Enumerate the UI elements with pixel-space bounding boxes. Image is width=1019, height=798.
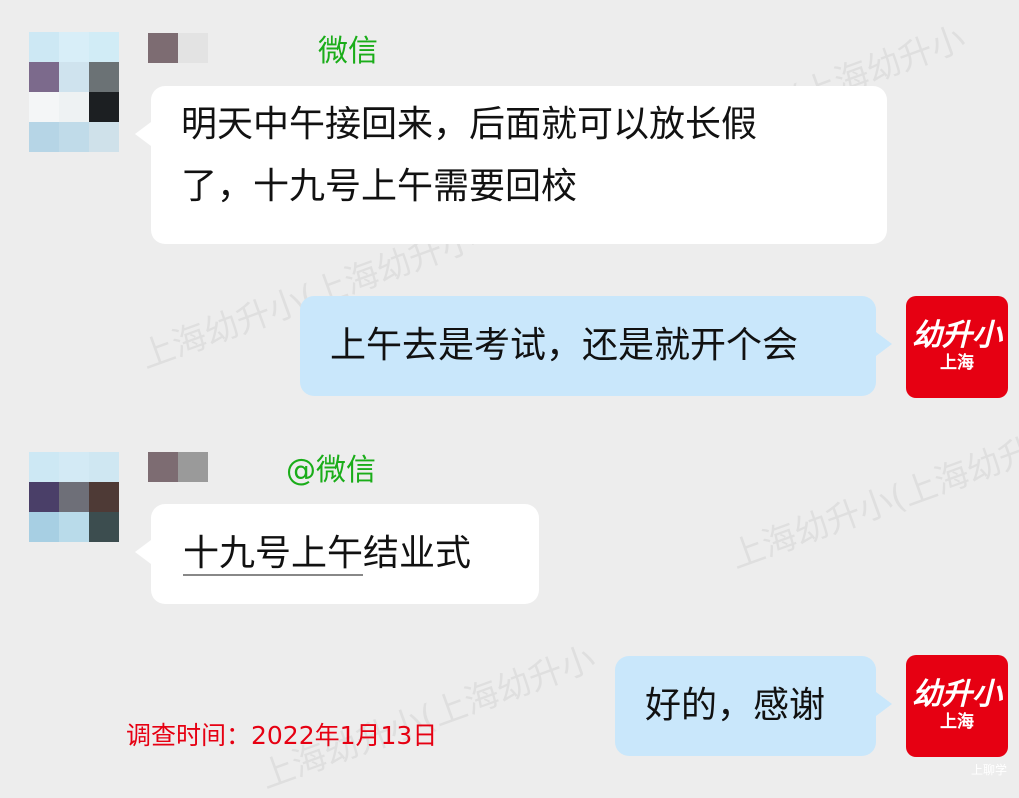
watermark: 上海幼升小(上海幼升小 (255, 638, 601, 797)
corner-watermark: 上聊学 (970, 763, 1007, 777)
contact-avatar[interactable] (29, 32, 119, 152)
message-text-line: 了，十九号上午需要回校 (181, 166, 578, 207)
brand-avatar[interactable]: 幼升小 上海 (906, 655, 1008, 757)
message-bubble-incoming[interactable]: 十九号上午结业式 (135, 504, 539, 604)
watermark: 上海幼升小(上海幼升小 (725, 418, 1019, 577)
brand-avatar[interactable]: 幼升小 上海 (906, 296, 1008, 398)
message-text-line: 明天中午接回来，后面就可以放长假 (181, 104, 758, 145)
sender-wechat-tag: @微信 (286, 453, 376, 488)
survey-time-caption: 调查时间：2022年1月13日 (126, 721, 438, 750)
contact-avatar[interactable] (29, 452, 119, 572)
message-text-highlight: 十九号上午 (183, 533, 364, 576)
sender-name: 微信 (148, 33, 378, 69)
message-text: 好的，感谢 (645, 685, 826, 726)
sender-name: @微信 (148, 452, 376, 488)
message-bubble-outgoing[interactable]: 上午去是考试，还是就开个会 (300, 296, 892, 396)
message-text: 上午去是考试，还是就开个会 (330, 325, 799, 366)
sender-wechat-tag: 微信 (318, 34, 378, 69)
message-bubble-outgoing[interactable]: 好的，感谢 (615, 656, 892, 756)
brand-logo-text: 幼升小 (912, 677, 1002, 712)
message-text: 十九号上午结业式 (183, 523, 507, 585)
message-bubble-incoming[interactable]: 明天中午接回来，后面就可以放长假 了，十九号上午需要回校 (135, 86, 887, 244)
brand-logo-subtext: 上海 (940, 712, 974, 732)
brand-logo-text: 幼升小 (912, 318, 1002, 353)
brand-logo-subtext: 上海 (940, 353, 974, 373)
message-text-rest: 结业式 (363, 533, 472, 574)
